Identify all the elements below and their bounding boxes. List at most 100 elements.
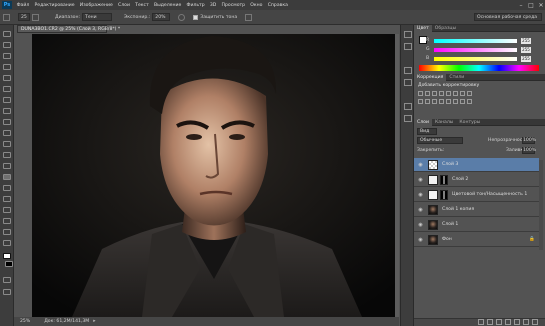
layer-row[interactable]: ◉ Слой 1 — [414, 218, 539, 232]
pen-tool-icon[interactable] — [3, 185, 11, 191]
screen-mode-icon[interactable] — [3, 289, 11, 295]
pressure-icon[interactable] — [245, 13, 253, 21]
character-icon[interactable] — [404, 103, 412, 110]
menu-item-4[interactable]: Текст — [133, 3, 152, 8]
marquee-tool-icon[interactable] — [3, 42, 11, 48]
menu-item-9[interactable]: Окно — [248, 3, 265, 8]
blur-tool-icon[interactable] — [3, 163, 11, 169]
layer-filter-kind[interactable]: Вид — [417, 128, 437, 135]
layer-row[interactable]: ◉ Цветовой тон/Насыщенность 1 — [414, 188, 539, 202]
fx-icon[interactable] — [487, 319, 493, 325]
menu-item-1[interactable]: Редактирование — [32, 3, 77, 8]
type-tool-icon[interactable] — [3, 196, 11, 202]
background-color-icon[interactable] — [5, 261, 13, 267]
canvas-scrollbar[interactable] — [395, 34, 399, 317]
airbrush-icon[interactable] — [178, 13, 186, 21]
slider-value[interactable]: 255 — [521, 46, 531, 53]
rectangle-tool-icon[interactable] — [3, 218, 11, 224]
menu-item-8[interactable]: Просмотр — [219, 3, 248, 8]
add-mask-icon[interactable] — [496, 319, 502, 325]
dodge-tool-icon[interactable] — [3, 174, 11, 180]
fill-input[interactable]: 100% — [522, 147, 536, 154]
exposure-input[interactable]: 20% — [152, 13, 171, 21]
visibility-eye-icon[interactable]: ◉ — [417, 177, 424, 183]
eraser-tool-icon[interactable] — [3, 141, 11, 147]
slider-value[interactable]: 255 — [521, 37, 531, 44]
color-balance-adjustment-icon[interactable] — [460, 91, 465, 96]
maximize-icon[interactable]: □ — [527, 2, 535, 9]
color-slider-g[interactable]: G 255 — [426, 45, 531, 54]
lasso-tool-icon[interactable] — [3, 53, 11, 59]
tab-color[interactable]: Цвет — [414, 24, 432, 32]
layers-scrollbar[interactable] — [539, 160, 543, 250]
hand-tool-icon[interactable] — [3, 229, 11, 235]
protect-tones-checkbox[interactable] — [193, 14, 199, 20]
visibility-eye-icon[interactable]: ◉ — [417, 222, 424, 228]
tool-preset-icon[interactable] — [3, 13, 10, 21]
color-slider-r[interactable]: R 255 — [426, 36, 531, 45]
curves-adjustment-icon[interactable] — [432, 91, 437, 96]
invert-adjustment-icon[interactable] — [439, 99, 444, 104]
layer-row[interactable]: ◉ Фон 🔒 — [414, 233, 539, 247]
tab-swatches[interactable]: Образцы — [432, 25, 459, 32]
delete-layer-icon[interactable] — [532, 319, 538, 325]
close-icon[interactable]: ✕ — [537, 2, 545, 9]
menu-item-6[interactable]: Фильтр — [184, 3, 207, 8]
tab-paths[interactable]: Контуры — [456, 119, 483, 126]
threshold-adjustment-icon[interactable] — [453, 99, 458, 104]
properties-icon[interactable] — [404, 43, 412, 50]
clone-source-icon[interactable] — [404, 79, 412, 86]
document-tab[interactable]: DUNA3BO1.CR2 @ 25% (Слой 3, RGB/8*) * — [17, 25, 120, 33]
brightness-adjustment-icon[interactable] — [418, 91, 423, 96]
black-white-adjustment-icon[interactable] — [467, 91, 472, 96]
hue-saturation-adjustment-icon[interactable] — [453, 91, 458, 96]
visibility-eye-icon[interactable]: ◉ — [417, 162, 424, 168]
layer-mask-thumbnail[interactable] — [440, 189, 448, 200]
minimize-icon[interactable]: – — [517, 2, 525, 9]
tab-layers[interactable]: Слои — [414, 118, 432, 126]
brush-size-picker[interactable]: 25 — [18, 13, 30, 21]
layer-row[interactable]: ◉ Слой 3 — [414, 158, 539, 172]
path-select-tool-icon[interactable] — [3, 207, 11, 213]
history-icon[interactable] — [404, 31, 412, 38]
layer-mask-thumbnail[interactable] — [440, 174, 448, 185]
tab-channels[interactable]: Каналы — [432, 119, 456, 126]
color-spectrum-bar[interactable] — [419, 65, 539, 71]
channel-mixer-adjustment-icon[interactable] — [425, 99, 430, 104]
opacity-input[interactable]: 100% — [522, 137, 536, 144]
levels-adjustment-icon[interactable] — [425, 91, 430, 96]
layer-row[interactable]: ◉ Слой 1 копия — [414, 203, 539, 217]
link-layers-icon[interactable] — [478, 319, 484, 325]
layer-row[interactable]: ◉ Слой 2 — [414, 173, 539, 187]
paragraph-icon[interactable] — [404, 115, 412, 122]
tab-styles[interactable]: Стили — [446, 74, 467, 81]
zoom-level[interactable]: 25% — [20, 319, 30, 324]
posterize-adjustment-icon[interactable] — [446, 99, 451, 104]
slider-track[interactable] — [434, 47, 517, 52]
slider-track[interactable] — [434, 38, 517, 43]
exposure-adjustment-icon[interactable] — [439, 91, 444, 96]
slider-track[interactable] — [434, 56, 517, 61]
gradient-map-adjustment-icon[interactable] — [460, 99, 465, 104]
menu-item-5[interactable]: Выделение — [151, 3, 184, 8]
brush-panel-icon[interactable] — [32, 13, 39, 21]
quick-mask-icon[interactable] — [3, 277, 11, 283]
color-lookup-adjustment-icon[interactable] — [432, 99, 437, 104]
move-tool-icon[interactable] — [3, 31, 11, 37]
menu-item-3[interactable]: Слои — [115, 3, 132, 8]
status-menu-arrow-icon[interactable]: ▸ — [93, 319, 95, 324]
eyedropper-tool-icon[interactable] — [3, 86, 11, 92]
photo-filter-adjustment-icon[interactable] — [418, 99, 423, 104]
crop-tool-icon[interactable] — [3, 75, 11, 81]
document-canvas[interactable] — [32, 34, 395, 317]
visibility-eye-icon[interactable]: ◉ — [417, 192, 424, 198]
menu-item-7[interactable]: 3D — [207, 3, 219, 8]
new-layer-icon[interactable] — [523, 319, 529, 325]
menu-item-10[interactable]: Справка — [265, 3, 290, 8]
healing-tool-icon[interactable] — [3, 97, 11, 103]
blend-mode-select[interactable]: Обычные — [417, 137, 463, 144]
gradient-tool-icon[interactable] — [3, 152, 11, 158]
vibrance-adjustment-icon[interactable] — [446, 91, 451, 96]
new-group-icon[interactable] — [514, 319, 520, 325]
history-brush-tool-icon[interactable] — [3, 130, 11, 136]
